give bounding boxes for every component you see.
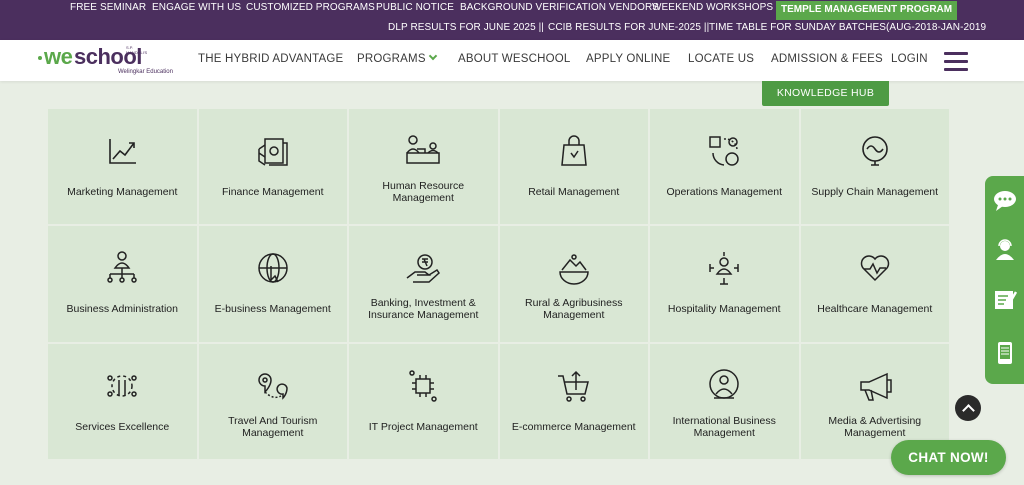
tools-icon (102, 366, 142, 406)
logo-subtitle: Welingkar Education (118, 69, 173, 75)
public-notice-link[interactable]: PUBLIC NOTICE (376, 2, 454, 13)
program-tile-retail[interactable]: Retail Management (499, 109, 650, 227)
program-label: Services Excellence (75, 420, 170, 433)
program-label: Business Administration (66, 303, 178, 316)
cycle-icon (704, 131, 744, 171)
programs-grid: Marketing Management Finance Management … (48, 109, 951, 461)
dlp-results-link[interactable]: DLP RESULTS FOR JUNE 2025 || (388, 22, 544, 33)
logo-sup: S.P. MANDALI'S (126, 45, 148, 55)
chat-bubble-icon[interactable] (992, 188, 1018, 214)
nav-about-weschool[interactable]: ABOUT WESCHOOL (458, 53, 571, 65)
program-label: IT Project Management (368, 420, 478, 433)
knowledge-hub-button[interactable]: KNOWLEDGE HUB (762, 81, 889, 106)
enquiry-form-icon[interactable] (992, 286, 1018, 312)
program-tile-services[interactable]: Services Excellence (48, 343, 199, 461)
top-utility-bar: FREE SEMINAR ENGAGE WITH US CUSTOMIZED P… (0, 0, 1024, 40)
desk-people-icon (403, 131, 443, 171)
program-tile-hospitality[interactable]: Hospitality Management (650, 226, 801, 344)
shopping-bag-icon (554, 131, 594, 171)
nav-programs[interactable]: PROGRAMS (357, 51, 437, 65)
heart-pulse-icon (855, 248, 895, 288)
program-label: Retail Management (528, 186, 620, 198)
nav-hybrid-advantage[interactable]: THE HYBRID ADVANTAGE (198, 53, 343, 65)
hand-rupee-icon (403, 248, 443, 288)
program-tile-business-admin[interactable]: Business Administration (48, 226, 199, 344)
temple-management-program-link[interactable]: TEMPLE MANAGEMENT PROGRAM (776, 1, 958, 20)
weekend-workshops-link[interactable]: WEEKEND WORKSHOPS (652, 2, 773, 13)
program-tile-international[interactable]: International Business Management (650, 343, 801, 461)
free-seminar-link[interactable]: FREE SEMINAR (70, 2, 146, 13)
main-header: we school S.P. MANDALI'S Welingkar Educa… (0, 40, 1024, 81)
program-tile-banking[interactable]: Banking, Investment & Insurance Manageme… (349, 226, 500, 344)
customized-programs-link[interactable]: CUSTOMIZED PROGRAMS (246, 2, 375, 13)
program-tile-it-project[interactable]: IT Project Management (349, 343, 500, 461)
program-tile-healthcare[interactable]: Healthcare Management (800, 226, 951, 344)
sunday-timetable-link[interactable]: TIME TABLE FOR SUNDAY BATCHES(AUG-2018-J… (709, 22, 986, 33)
concierge-icon (704, 248, 744, 288)
engage-with-us-link[interactable]: ENGAGE WITH US (152, 2, 241, 13)
nav-apply-online[interactable]: APPLY ONLINE (586, 53, 670, 65)
program-tile-rural[interactable]: Rural & Agribusiness Management (499, 226, 650, 344)
chat-now-button[interactable]: CHAT NOW! (891, 440, 1006, 475)
weschool-logo[interactable]: we school S.P. MANDALI'S Welingkar Educa… (38, 44, 173, 78)
program-tile-ebusiness[interactable]: E-business Management (198, 226, 349, 344)
announcements-ticker: DLP RESULTS FOR JUNE 2025 || CCIB RESULT… (0, 22, 1024, 36)
logo-dot (38, 56, 42, 60)
background-verification-link[interactable]: BACKGROUND VERIFICATION VENDORS (460, 2, 659, 13)
nav-admission-fees[interactable]: ADMISSION & FEES (771, 53, 883, 65)
megaphone-icon (855, 366, 895, 406)
program-label: Finance Management (221, 186, 324, 198)
program-tile-hr[interactable]: Human Resource Management (349, 109, 500, 227)
cart-upload-icon (554, 366, 594, 406)
hamburger-menu-icon[interactable] (944, 51, 968, 71)
program-tile-ecommerce[interactable]: E-commerce Management (499, 343, 650, 461)
program-label: E-commerce Management (511, 420, 636, 433)
program-label: Healthcare Management (817, 303, 933, 316)
globe-person-icon (704, 366, 744, 406)
program-label: Operations Management (666, 186, 783, 198)
program-tile-marketing[interactable]: Marketing Management (48, 109, 199, 227)
chip-icon (403, 366, 443, 406)
program-label: Marketing Management (67, 186, 178, 198)
money-icon (253, 131, 293, 171)
program-label: Supply Chain Management (811, 186, 939, 198)
chevron-down-icon (428, 51, 437, 61)
program-label: Media & Advertising Management (828, 414, 922, 439)
program-tile-supply-chain[interactable]: Supply Chain Management (800, 109, 951, 227)
program-label: Rural & Agribusiness Management (525, 297, 623, 322)
scroll-to-top-button[interactable] (955, 395, 981, 421)
support-agent-icon[interactable] (992, 236, 1018, 262)
program-label: Hospitality Management (667, 303, 781, 316)
mobile-phone-icon[interactable] (992, 340, 1018, 366)
program-label: Human Resource Management (382, 180, 465, 204)
nav-programs-label: PROGRAMS (357, 53, 426, 65)
program-tile-travel[interactable]: Travel And Tourism Management (198, 343, 349, 461)
program-label: Travel And Tourism Management (228, 414, 318, 439)
org-person-icon (102, 248, 142, 288)
wave-circle-icon (855, 131, 895, 171)
program-label: Banking, Investment & Insurance Manageme… (368, 297, 479, 322)
top-links-row: FREE SEMINAR ENGAGE WITH US CUSTOMIZED P… (0, 1, 1024, 20)
logo-we: we (44, 44, 73, 69)
globe-click-icon (253, 248, 293, 288)
landscape-icon (554, 248, 594, 288)
nav-locate-us[interactable]: LOCATE US (688, 53, 754, 65)
nav-login[interactable]: LOGIN (891, 53, 928, 65)
side-contact-widget (985, 176, 1024, 384)
program-tile-finance[interactable]: Finance Management (198, 109, 349, 227)
chart-trend-icon (102, 131, 142, 171)
program-label: E-business Management (214, 303, 331, 316)
ccib-results-link[interactable]: CCIB RESULTS FOR JUNE-2025 || (548, 22, 709, 33)
map-pin-icon (253, 366, 293, 406)
program-label: International Business Management (672, 414, 776, 439)
program-tile-operations[interactable]: Operations Management (650, 109, 801, 227)
